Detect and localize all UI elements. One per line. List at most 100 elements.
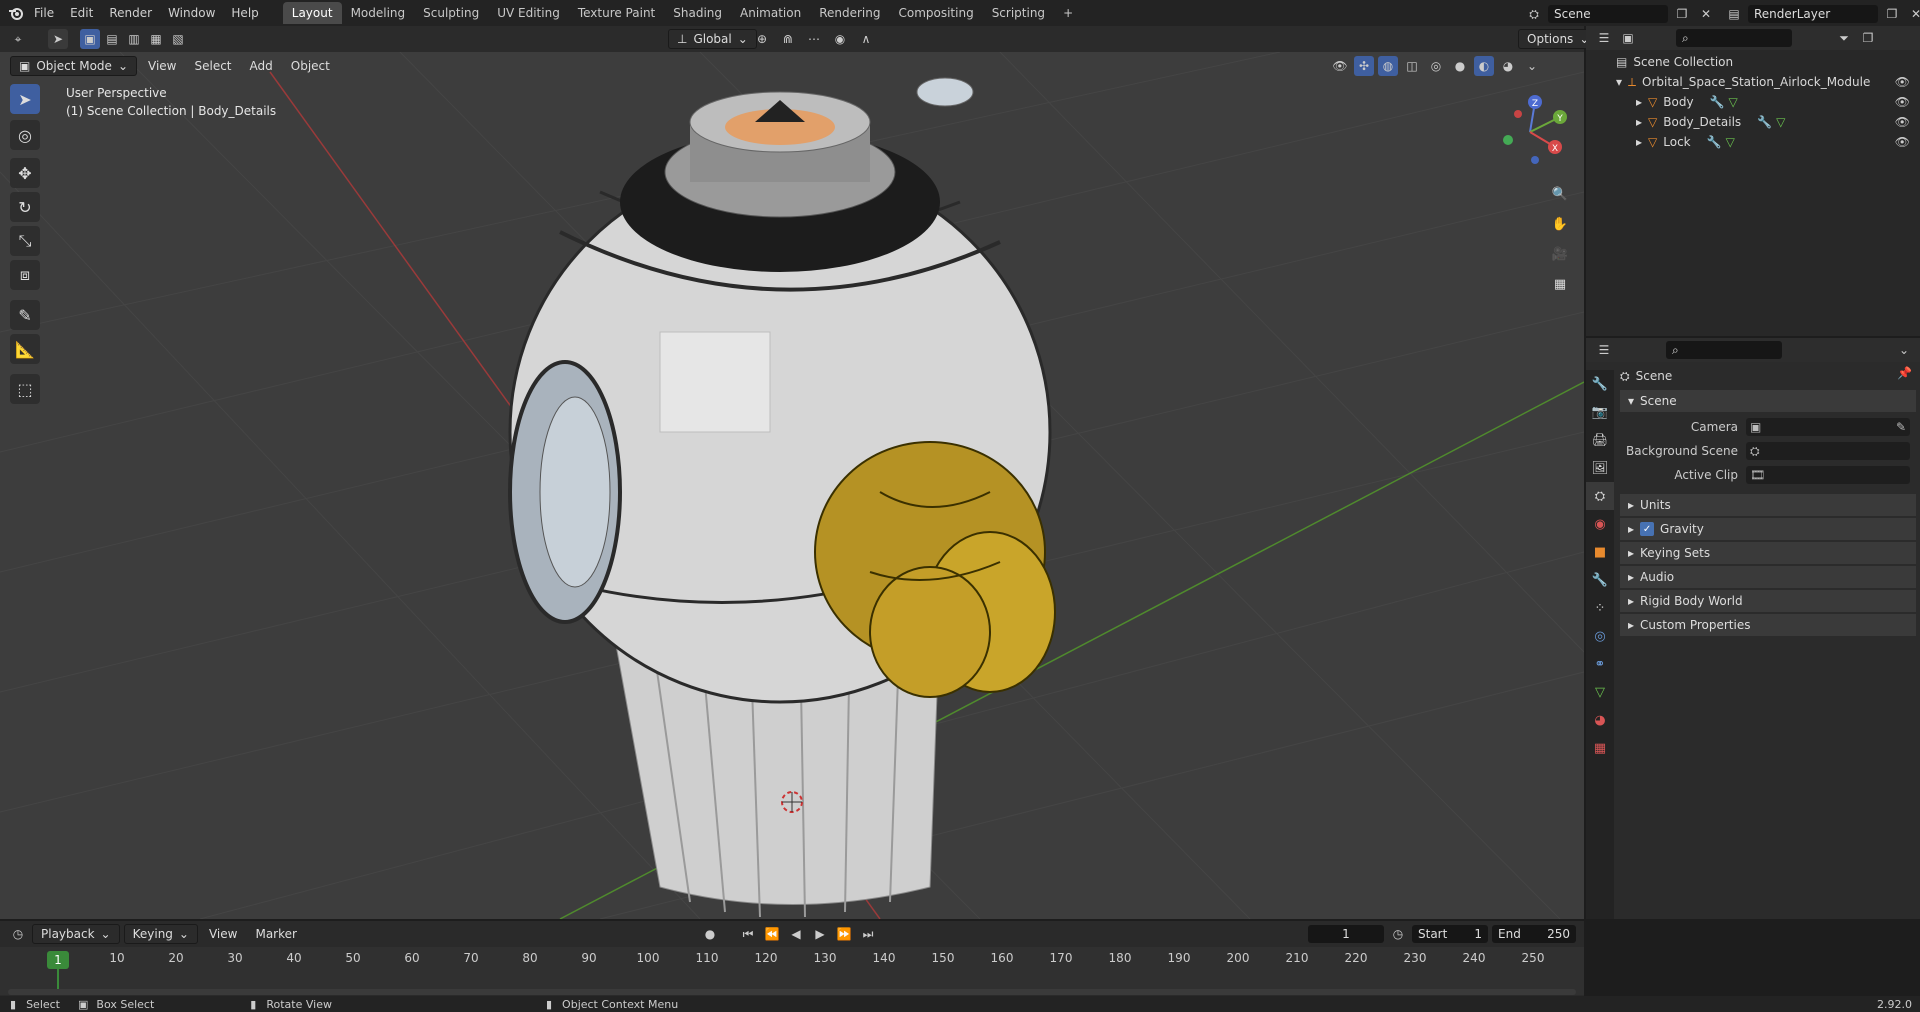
viewport-menu-select[interactable]: Select — [187, 59, 238, 73]
record-icon[interactable]: ● — [700, 924, 720, 944]
viewport-menu-object[interactable]: Object — [284, 59, 337, 73]
menu-window[interactable]: Window — [160, 0, 223, 26]
eye-icon[interactable]: 👁 — [1895, 135, 1910, 149]
mode-dropdown[interactable]: ▣ Object Mode ⌄ — [10, 56, 137, 76]
outliner-item-body-details[interactable]: ▸ ▽ Body_Details 🔧 ▽ 👁 — [1586, 112, 1920, 132]
new-collection-icon[interactable]: ❐ — [1858, 28, 1878, 48]
gravity-checkbox[interactable]: ✓ — [1640, 522, 1655, 536]
physics-tab-icon[interactable]: ◎ — [1586, 622, 1614, 650]
pivot-icon[interactable]: ⊕ — [752, 29, 772, 49]
falloff-icon[interactable]: ∧ — [856, 29, 876, 49]
measure-tool-icon[interactable]: 📐 — [10, 334, 40, 364]
active-clip-field[interactable]: 🎞 — [1746, 466, 1910, 484]
jump-end-icon[interactable]: ⏭ — [858, 924, 878, 944]
units-panel-header[interactable]: ▸ Units — [1620, 494, 1916, 516]
audio-panel-header[interactable]: ▸ Audio — [1620, 566, 1916, 588]
prev-keyframe-icon[interactable]: ⏪ — [762, 924, 782, 944]
scene-name-field[interactable]: Scene — [1548, 5, 1668, 23]
render-tab-icon[interactable]: 📷 — [1586, 398, 1614, 426]
timeline-scrollbar[interactable] — [8, 989, 1576, 995]
outliner-search-input[interactable]: ⌕ — [1676, 29, 1792, 47]
camera-view-icon[interactable]: 🎥 — [1548, 242, 1572, 266]
end-frame-field[interactable]: End 250 — [1492, 925, 1576, 943]
scene-icon[interactable]: ⛭ — [1524, 4, 1544, 24]
select-intersect-icon[interactable]: ▧ — [168, 29, 188, 49]
select-subtract-icon[interactable]: ▥ — [124, 29, 144, 49]
snap-icon[interactable]: ⋒ — [778, 29, 798, 49]
select-tool-icon[interactable]: ➤ — [48, 29, 68, 49]
display-mode-icon[interactable]: ▣ — [1618, 28, 1638, 48]
select-invert-icon[interactable]: ▦ — [146, 29, 166, 49]
visibility-icon[interactable]: 👁 — [1330, 56, 1350, 76]
gizmo-toggle-icon[interactable]: ✣ — [1354, 56, 1374, 76]
perspective-grid-icon[interactable]: ▦ — [1548, 272, 1572, 296]
menu-render[interactable]: Render — [101, 0, 160, 26]
object-tab-icon[interactable]: ■ — [1586, 538, 1614, 566]
material-tab-icon[interactable]: ◕ — [1586, 706, 1614, 734]
chevron-down-icon[interactable]: ⌄ — [1894, 340, 1914, 360]
eye-icon[interactable]: 👁 — [1895, 75, 1910, 89]
next-keyframe-icon[interactable]: ⏩ — [834, 924, 854, 944]
timeline-menu-view[interactable]: View — [202, 927, 244, 941]
transform-orientation-dropdown[interactable]: ⊥ Global ⌄ — [668, 29, 757, 49]
pan-hand-icon[interactable]: ✋ — [1548, 212, 1572, 236]
scale-tool-icon[interactable]: ⤡ — [10, 226, 40, 256]
navigation-gizmo[interactable]: Z Y X — [1490, 92, 1570, 172]
tab-scripting[interactable]: Scripting — [983, 2, 1054, 24]
add-workspace-icon[interactable]: + — [1054, 2, 1082, 24]
clock-icon[interactable]: ◷ — [1388, 924, 1408, 944]
world-tab-icon[interactable]: ◉ — [1586, 510, 1614, 538]
overlays-icon[interactable]: ◍ — [1378, 56, 1398, 76]
snap-target-icon[interactable]: ⋯ — [804, 29, 824, 49]
eye-icon[interactable]: 👁 — [1895, 95, 1910, 109]
keying-dropdown[interactable]: Keying ⌄ — [123, 924, 198, 944]
data-tab-icon[interactable]: ▽ — [1586, 678, 1614, 706]
output-tab-icon[interactable]: 🖨 — [1586, 426, 1614, 454]
jump-start-icon[interactable]: ⏮ — [738, 924, 758, 944]
particles-tab-icon[interactable]: ⁘ — [1586, 594, 1614, 622]
cursor-tool-icon[interactable]: ◎ — [10, 120, 40, 150]
material-shading-icon[interactable]: ◐ — [1474, 56, 1494, 76]
tab-sculpting[interactable]: Sculpting — [414, 2, 488, 24]
timeline-editor-icon[interactable]: ◷ — [8, 924, 28, 944]
tab-rendering[interactable]: Rendering — [810, 2, 889, 24]
outliner-editor-icon[interactable]: ☰ — [1594, 28, 1614, 48]
texture-tab-icon[interactable]: ▦ — [1586, 734, 1614, 762]
properties-search-input[interactable]: ⌕ — [1666, 341, 1782, 359]
constraints-tab-icon[interactable]: ⚭ — [1586, 650, 1614, 678]
menu-help[interactable]: Help — [223, 0, 266, 26]
tab-layout[interactable]: Layout — [282, 2, 342, 24]
eyedropper-icon[interactable]: ✎ — [1896, 420, 1906, 434]
tab-shading[interactable]: Shading — [664, 2, 731, 24]
wireframe-shading-icon[interactable]: ◎ — [1426, 56, 1446, 76]
eye-icon[interactable]: 👁 — [1895, 115, 1910, 129]
3d-viewport[interactable]: ▣ Object Mode ⌄ View Select Add Object 👁 ✣… — [0, 52, 1584, 919]
timeline-menu-marker[interactable]: Marker — [248, 927, 303, 941]
new-scene-icon[interactable]: ❐ — [1672, 4, 1692, 24]
outliner-collection-row[interactable]: ▾ ⟂ Orbital_Space_Station_Airlock_Module 👁 — [1586, 72, 1920, 92]
transform-tool-icon[interactable]: ⧈ — [10, 260, 40, 290]
play-reverse-icon[interactable]: ◀ — [786, 924, 806, 944]
camera-field[interactable]: ▣ ✎ — [1746, 418, 1910, 436]
tab-uv-editing[interactable]: UV Editing — [488, 2, 569, 24]
scene-panel-header[interactable]: ▾ Scene — [1620, 390, 1916, 412]
rendered-shading-icon[interactable]: ◕ — [1498, 56, 1518, 76]
keying-sets-panel-header[interactable]: ▸ Keying Sets — [1620, 542, 1916, 564]
current-frame-marker[interactable]: 1 — [47, 951, 69, 969]
select-extend-icon[interactable]: ▤ — [102, 29, 122, 49]
airlock-module-model[interactable] — [508, 77, 1056, 918]
chevron-down-icon[interactable]: ⌄ — [1522, 56, 1542, 76]
proportional-edit-icon[interactable]: ◉ — [830, 29, 850, 49]
scene-tab-icon[interactable]: ⛭ — [1586, 482, 1614, 510]
viewport-menu-view[interactable]: View — [141, 59, 183, 73]
background-scene-field[interactable]: ⛭ — [1746, 442, 1910, 460]
play-icon[interactable]: ▶ — [810, 924, 830, 944]
delete-scene-icon[interactable]: ✕ — [1696, 4, 1716, 24]
zoom-icon[interactable]: 🔍 — [1548, 182, 1572, 206]
start-frame-field[interactable]: Start 1 — [1412, 925, 1488, 943]
outliner-scene-collection[interactable]: ▤ Scene Collection — [1586, 52, 1920, 72]
tab-compositing[interactable]: Compositing — [889, 2, 982, 24]
gravity-panel-header[interactable]: ▸ ✓ Gravity — [1620, 518, 1916, 540]
rigid-body-world-panel-header[interactable]: ▸ Rigid Body World — [1620, 590, 1916, 612]
modifier-tab-icon[interactable]: 🔧 — [1586, 566, 1614, 594]
